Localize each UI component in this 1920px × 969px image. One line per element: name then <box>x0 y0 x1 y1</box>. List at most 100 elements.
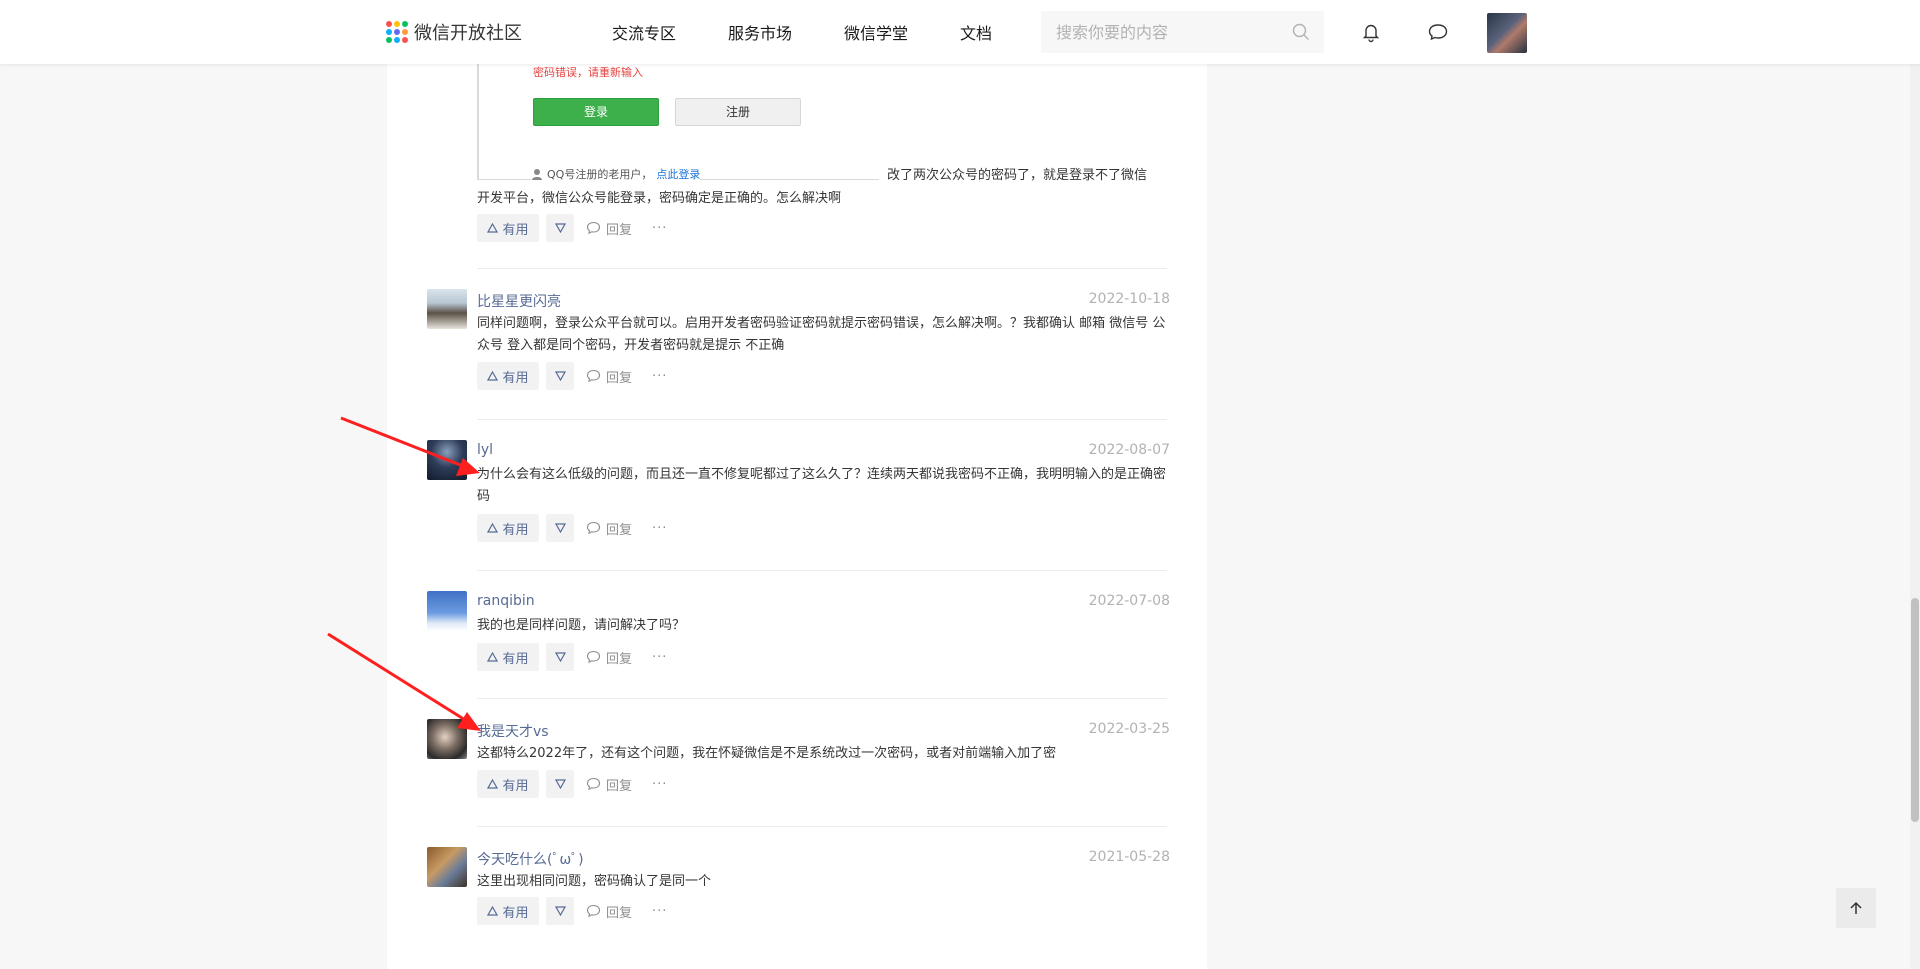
answer-avatar[interactable] <box>427 591 467 631</box>
reply-label: 回复 <box>606 651 633 667</box>
triangle-down-icon <box>554 779 566 789</box>
divider <box>477 698 1167 699</box>
answer-actions: 有用 回复 ··· <box>477 514 667 542</box>
useful-label: 有用 <box>502 651 529 667</box>
answer-actions: 有用 回复 ··· <box>477 362 667 390</box>
message-icon[interactable] <box>1427 21 1449 43</box>
nav-item-academy[interactable]: 微信学堂 <box>844 20 908 44</box>
reply-label: 回复 <box>606 522 633 538</box>
downvote-button[interactable] <box>546 214 574 242</box>
reply-button[interactable]: 回复 <box>586 367 632 386</box>
triangle-up-icon <box>487 652 499 662</box>
reply-label: 回复 <box>606 370 633 386</box>
embedded-screenshot: 密码错误，请重新输入 登录 注册 <box>477 64 879 180</box>
comment-icon <box>586 221 601 235</box>
answer-author[interactable]: 我是天才vs <box>477 721 549 741</box>
useful-button[interactable]: 有用 <box>477 362 539 390</box>
comment-icon <box>586 521 601 535</box>
useful-button[interactable]: 有用 <box>477 897 539 925</box>
useful-label: 有用 <box>502 778 529 794</box>
answers-panel: 密码错误，请重新输入 登录 注册 改了两次公众号的密码了，就是登录不了微信 开发… <box>387 64 1207 969</box>
top-navbar: 微信开放社区 交流专区 服务市场 微信学堂 文档 <box>0 0 1920 64</box>
screenshot-qq-hint: QQ号注册的老用户， 点此登录 <box>531 166 701 182</box>
nav-item-exchange[interactable]: 交流专区 <box>612 20 676 44</box>
triangle-down-icon <box>554 223 566 233</box>
screenshot-qq-link: 点此登录 <box>656 168 701 181</box>
back-to-top-button[interactable] <box>1836 888 1876 928</box>
answer-actions: 有用 回复 ··· <box>477 897 667 925</box>
useful-button[interactable]: 有用 <box>477 214 539 242</box>
reply-button[interactable]: 回复 <box>586 902 632 921</box>
useful-button[interactable]: 有用 <box>477 643 539 671</box>
more-button[interactable]: ··· <box>652 221 667 236</box>
answer-date: 2022-08-07 <box>1088 442 1170 458</box>
answer-text: 这里出现相同问题，密码确认了是同一个 <box>477 874 712 889</box>
search-icon[interactable] <box>1292 23 1310 41</box>
useful-button[interactable]: 有用 <box>477 514 539 542</box>
answer-avatar[interactable] <box>427 847 467 887</box>
reply-label: 回复 <box>606 778 633 794</box>
answer-text: 这都特么2022年了，还有这个问题，我在怀疑微信是不是系统改过一次密码，或者对前… <box>477 746 1057 761</box>
arrow-up-icon <box>1850 901 1862 914</box>
answer-avatar[interactable] <box>427 440 467 480</box>
reply-label: 回复 <box>606 222 633 238</box>
answer-actions: 有用 回复 ··· <box>477 643 667 671</box>
answer-author[interactable]: lyl <box>477 442 493 458</box>
triangle-up-icon <box>487 223 499 233</box>
more-button[interactable]: ··· <box>652 369 667 384</box>
divider <box>477 570 1167 571</box>
downvote-button[interactable] <box>546 770 574 798</box>
triangle-up-icon <box>487 779 499 789</box>
answer-avatar[interactable] <box>427 289 467 329</box>
search-input[interactable] <box>1041 11 1271 53</box>
comment-icon <box>586 369 601 383</box>
useful-label: 有用 <box>502 905 529 921</box>
logo-text: 微信开放社区 <box>414 23 522 44</box>
answer-text: 同样问题啊，登录公众平台就可以。启用开发者密码验证密码就提示密码错误，怎么解决啊… <box>477 316 1166 353</box>
comment-icon <box>586 777 601 791</box>
triangle-down-icon <box>554 906 566 916</box>
screenshot-register-button: 注册 <box>675 98 801 126</box>
user-avatar[interactable] <box>1487 13 1527 53</box>
more-button[interactable]: ··· <box>652 777 667 792</box>
screenshot-login-button: 登录 <box>533 98 659 126</box>
triangle-down-icon <box>554 652 566 662</box>
answer-author[interactable]: 比星星更闪亮 <box>477 291 561 311</box>
reply-button[interactable]: 回复 <box>586 775 632 794</box>
divider <box>477 419 1167 420</box>
nav-item-market[interactable]: 服务市场 <box>728 20 792 44</box>
scrollbar-thumb[interactable] <box>1911 598 1919 822</box>
triangle-up-icon <box>487 906 499 916</box>
nav-item-docs[interactable]: 文档 <box>960 20 992 44</box>
more-button[interactable]: ··· <box>652 521 667 536</box>
useful-button[interactable]: 有用 <box>477 770 539 798</box>
answer-avatar[interactable] <box>427 719 467 759</box>
useful-label: 有用 <box>502 222 529 238</box>
useful-label: 有用 <box>502 370 529 386</box>
site-logo[interactable]: 微信开放社区 <box>386 20 522 44</box>
divider <box>477 268 1167 269</box>
page-scrollbar[interactable] <box>1910 0 1920 969</box>
bell-icon[interactable] <box>1360 21 1382 43</box>
useful-label: 有用 <box>502 522 529 538</box>
answer-text: 我的也是同样问题，请问解决了吗？ <box>477 618 686 633</box>
triangle-down-icon <box>554 523 566 533</box>
first-answer-line2: 开发平台，微信公众号能登录，密码确定是正确的。怎么解决啊 <box>477 191 842 206</box>
answer-author[interactable]: ranqibin <box>477 593 535 609</box>
downvote-button[interactable] <box>546 362 574 390</box>
downvote-button[interactable] <box>546 643 574 671</box>
user-silhouette-icon <box>532 169 542 180</box>
comment-icon <box>586 904 601 918</box>
more-button[interactable]: ··· <box>652 650 667 665</box>
answer-text: 为什么会有这么低级的问题，而且还一直不修复呢都过了这么久了？连续两天都说我密码不… <box>477 467 1167 504</box>
screenshot-qq-text: QQ号注册的老用户， <box>547 168 653 181</box>
downvote-button[interactable] <box>546 514 574 542</box>
downvote-button[interactable] <box>546 897 574 925</box>
answer-author[interactable]: 今天吃什么(ﾟωﾟ) <box>477 849 584 869</box>
triangle-down-icon <box>554 371 566 381</box>
more-button[interactable]: ··· <box>652 904 667 919</box>
reply-button[interactable]: 回复 <box>586 519 632 538</box>
reply-button[interactable]: 回复 <box>586 648 632 667</box>
answer-date: 2021-05-28 <box>1088 849 1170 865</box>
reply-button[interactable]: 回复 <box>586 219 632 238</box>
